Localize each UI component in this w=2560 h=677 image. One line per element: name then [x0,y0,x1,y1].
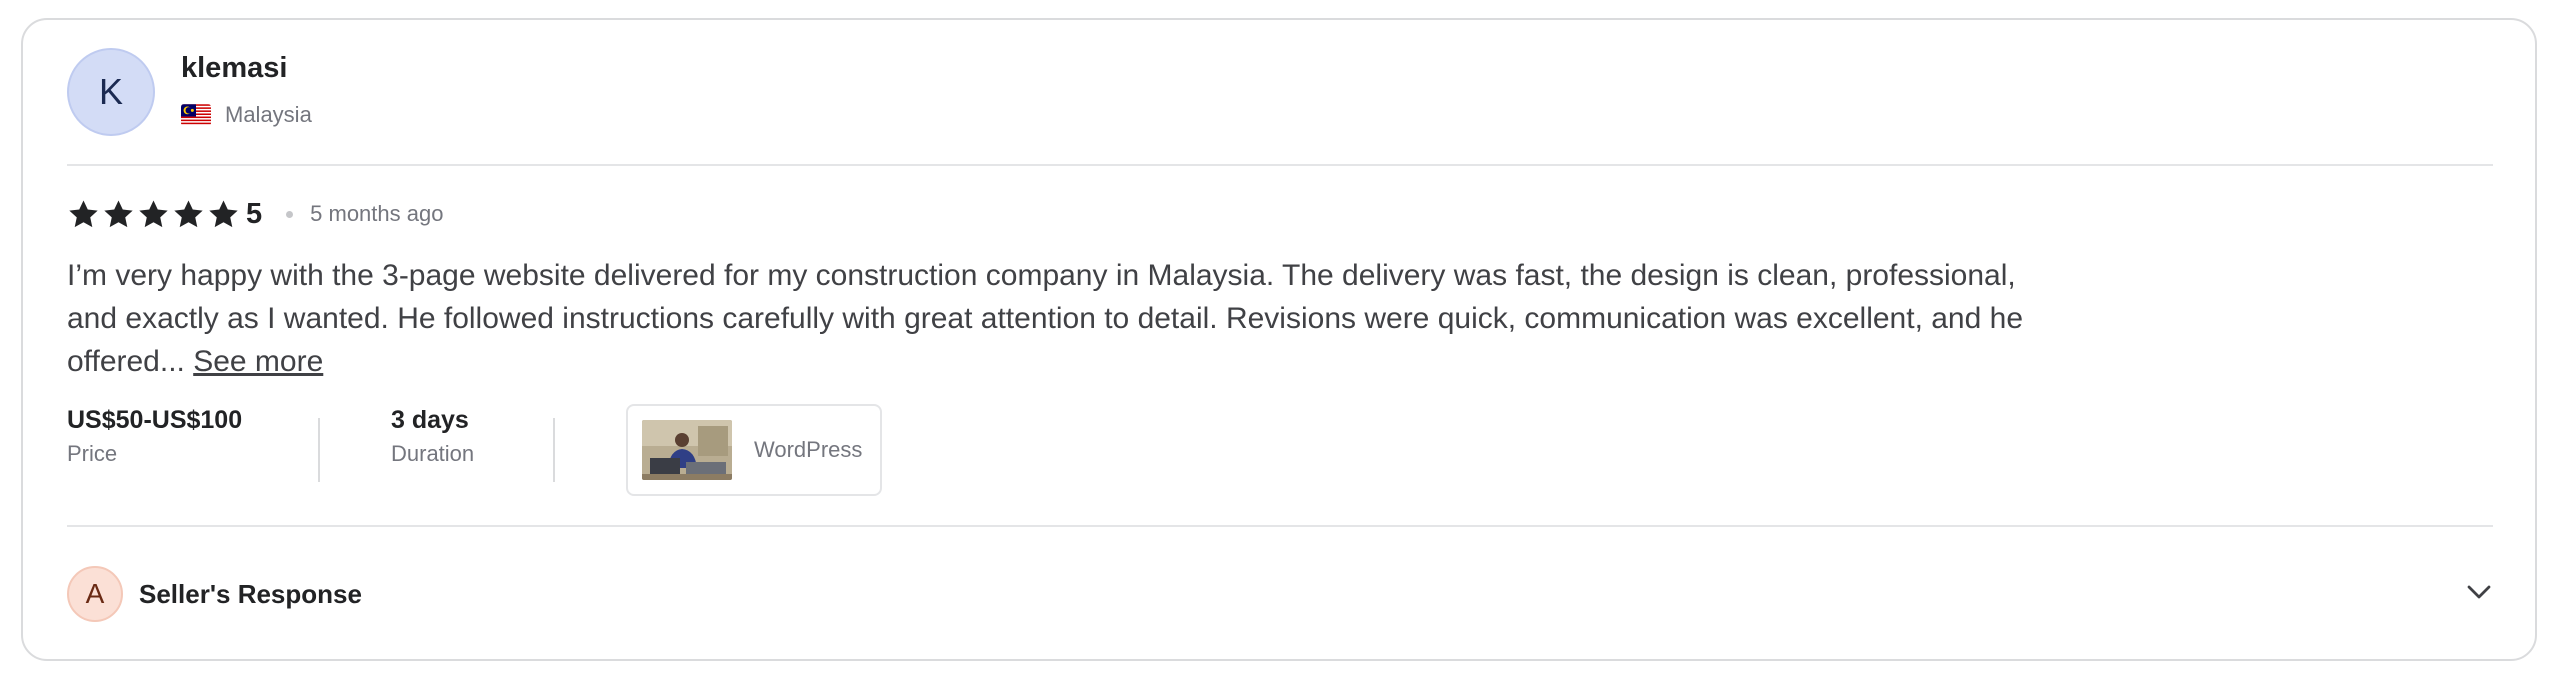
response-divider [67,525,2493,527]
price-label: Price [67,441,118,466]
star-icon [104,199,133,227]
reviewer-username[interactable]: klemasi [181,52,287,85]
gig-thumbnail [642,420,732,480]
review-text: I’m very happy with the 3-page website d… [67,259,2024,378]
duration-block: 3 days Duration [391,406,474,467]
reviewer-avatar[interactable]: K [67,48,155,136]
reviewer-country-row: Malaysia [181,102,312,128]
review-text-block: I’m very happy with the 3-page website d… [67,254,2057,383]
reviewer-country: Malaysia [225,102,312,127]
star-icon [174,199,203,227]
duration-value: 3 days [391,406,469,434]
rating-row: 5 5 months ago [67,194,443,234]
meta-divider [553,418,555,482]
review-time-ago: 5 months ago [310,201,444,226]
duration-label: Duration [391,441,475,466]
see-more-link[interactable]: See more [193,345,323,378]
seller-response-title[interactable]: Seller's Response [139,579,362,610]
seller-avatar: A [67,566,123,622]
rating-value: 5 [246,197,263,230]
star-rating [67,198,240,231]
malaysia-flag-icon [181,104,211,126]
price-block: US$50-US$100 Price [67,406,242,467]
review-card: K klemasi Malaysia 5 5 months ago I’m ve… [21,18,2537,661]
chevron-down-icon[interactable] [2464,577,2494,607]
gig-name: WordPress [754,437,863,462]
star-icon [69,199,98,227]
meta-divider [318,418,320,482]
price-value: US$50-US$100 [67,406,243,434]
star-icon [139,199,168,227]
gig-card[interactable]: WordPress [626,404,882,496]
separator-dot [286,210,294,218]
star-icon [209,199,238,227]
header-divider [67,164,2493,166]
seller-avatar-initial: A [85,578,105,609]
reviewer-avatar-initial: K [98,71,123,112]
